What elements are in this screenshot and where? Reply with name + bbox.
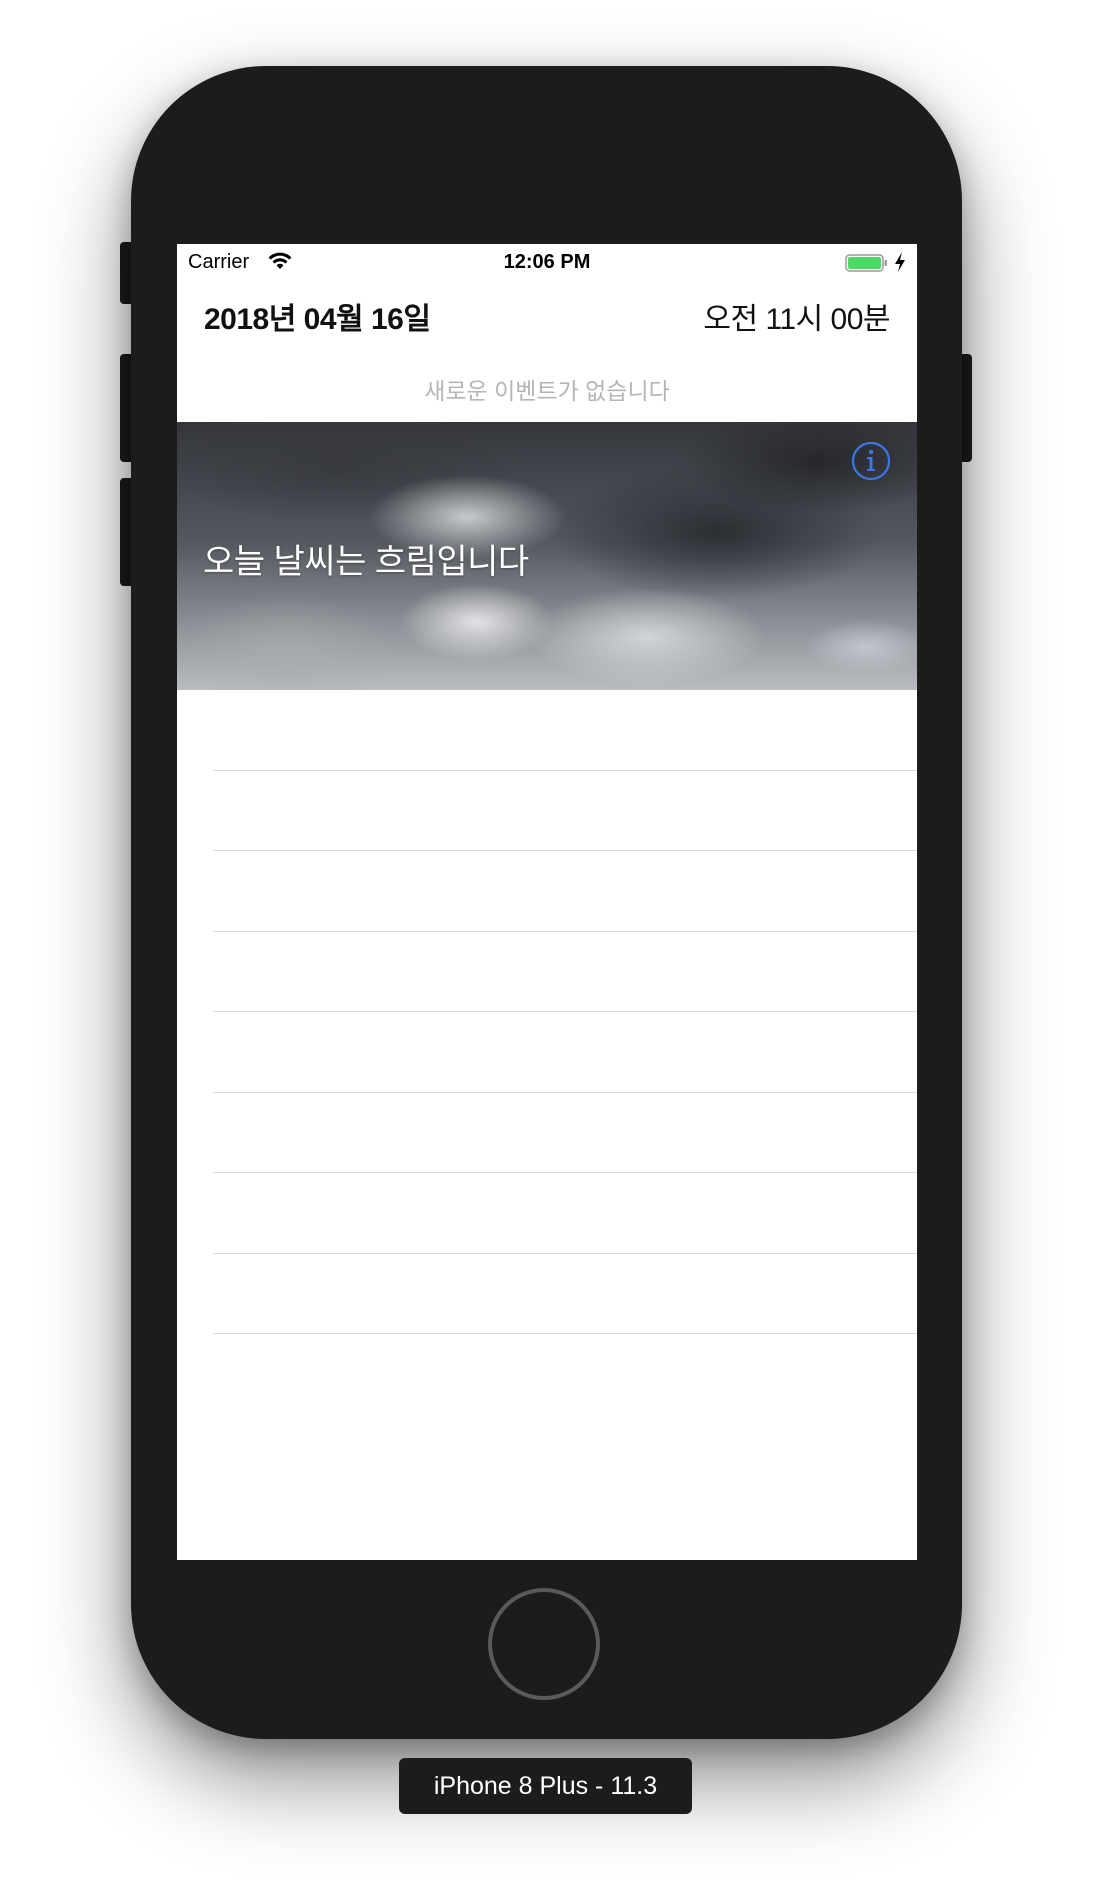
table-row[interactable] (177, 932, 917, 1012)
table-row[interactable] (177, 1173, 917, 1254)
table-row[interactable] (177, 851, 917, 932)
no-events-message: 새로운 이벤트가 없습니다 (424, 378, 670, 404)
charging-icon (895, 252, 905, 272)
weather-message: 오늘 날씨는 흐림입니다 (203, 543, 529, 581)
date-label: 2018년 04월 16일 (204, 303, 431, 336)
event-table[interactable] (177, 690, 917, 1415)
weather-banner: 오늘 날씨는 흐림입니다 (177, 422, 917, 690)
simulator-device-label: iPhone 8 Plus - 11.3 (399, 1758, 692, 1814)
table-row[interactable] (177, 1093, 917, 1173)
table-row[interactable] (177, 1012, 917, 1093)
table-row[interactable] (177, 1254, 917, 1334)
table-row[interactable] (177, 690, 917, 771)
status-clock: 12:06 PM (503, 251, 591, 273)
home-button[interactable] (488, 1588, 600, 1700)
table-row[interactable] (177, 1334, 917, 1415)
battery-icon (845, 254, 887, 272)
header: 2018년 04월 16일 오전 11시 00분 (177, 294, 917, 338)
info-icon[interactable] (851, 441, 891, 481)
status-bar: Carrier 12:06 PM (177, 244, 917, 280)
time-label: 오전 11시 00분 (703, 303, 890, 336)
table-row[interactable] (177, 771, 917, 851)
device-screen: Carrier 12:06 PM 2018년 04월 16일 오전 11시 00… (177, 244, 917, 1560)
